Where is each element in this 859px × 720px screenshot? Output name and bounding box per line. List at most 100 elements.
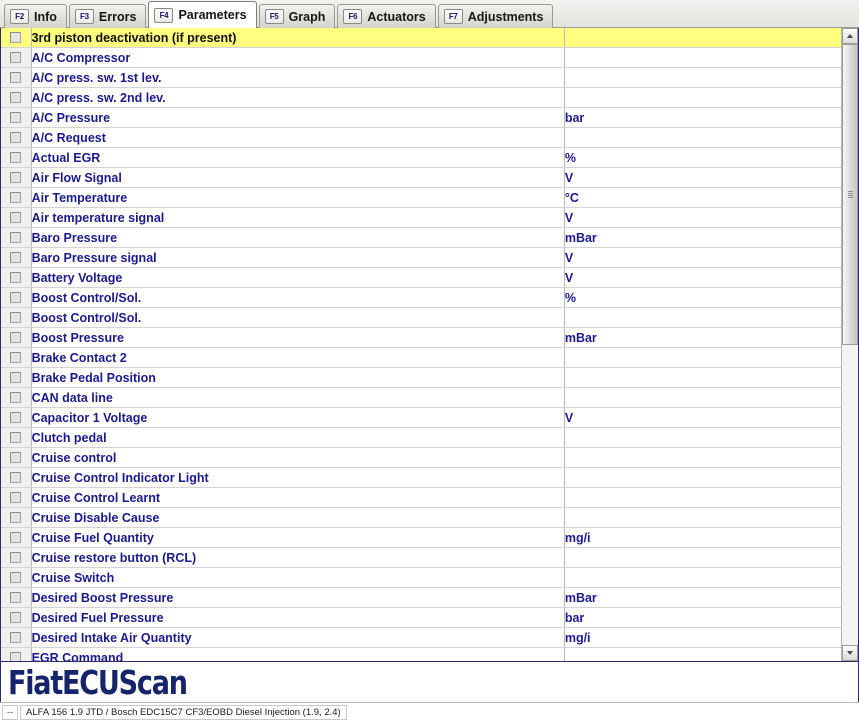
- checkbox-icon[interactable]: [10, 651, 22, 661]
- checkbox-icon[interactable]: [10, 571, 22, 583]
- parameter-checkbox-cell[interactable]: [1, 487, 32, 508]
- table-row[interactable]: Clutch pedal: [1, 427, 841, 448]
- table-row[interactable]: A/C Pressure bar: [1, 107, 841, 128]
- table-row[interactable]: Cruise Control Indicator Light: [1, 467, 841, 488]
- parameter-checkbox-cell[interactable]: [1, 187, 32, 208]
- parameters-scroll-viewport[interactable]: 3rd piston deactivation (if present) A/C …: [1, 28, 841, 661]
- checkbox-icon[interactable]: [10, 331, 22, 343]
- checkbox-icon[interactable]: [10, 411, 22, 423]
- parameter-checkbox-cell[interactable]: [1, 587, 32, 608]
- table-row[interactable]: Baro Pressure mBar: [1, 227, 841, 248]
- checkbox-icon[interactable]: [10, 231, 22, 243]
- table-row[interactable]: Cruise Disable Cause: [1, 507, 841, 528]
- table-row[interactable]: Boost Pressure mBar: [1, 327, 841, 348]
- vertical-scrollbar[interactable]: [841, 28, 858, 661]
- parameter-checkbox-cell[interactable]: [1, 507, 32, 528]
- parameter-checkbox-cell[interactable]: [1, 607, 32, 628]
- table-row[interactable]: Capacitor 1 Voltage V: [1, 407, 841, 428]
- parameter-checkbox-cell[interactable]: [1, 28, 32, 48]
- table-row[interactable]: A/C Compressor: [1, 47, 841, 68]
- checkbox-icon[interactable]: [10, 191, 22, 203]
- table-row[interactable]: Desired Fuel Pressure bar: [1, 607, 841, 628]
- table-row[interactable]: Brake Pedal Position: [1, 367, 841, 388]
- table-row[interactable]: 3rd piston deactivation (if present): [1, 28, 841, 48]
- table-row[interactable]: A/C press. sw. 1st lev.: [1, 67, 841, 88]
- table-row[interactable]: Air temperature signal V: [1, 207, 841, 228]
- tab-graph[interactable]: F5 Graph: [258, 4, 336, 28]
- table-row[interactable]: CAN data line: [1, 387, 841, 408]
- checkbox-icon[interactable]: [10, 391, 22, 403]
- checkbox-icon[interactable]: [10, 151, 22, 163]
- parameter-checkbox-cell[interactable]: [1, 67, 32, 88]
- table-row[interactable]: Air Flow Signal V: [1, 167, 841, 188]
- checkbox-icon[interactable]: [10, 451, 22, 463]
- parameter-checkbox-cell[interactable]: [1, 47, 32, 68]
- table-row[interactable]: Cruise control: [1, 447, 841, 468]
- parameter-checkbox-cell[interactable]: [1, 247, 32, 268]
- checkbox-icon[interactable]: [10, 511, 22, 523]
- checkbox-icon[interactable]: [10, 351, 22, 363]
- parameter-checkbox-cell[interactable]: [1, 527, 32, 548]
- checkbox-icon[interactable]: [10, 211, 22, 223]
- parameter-checkbox-cell[interactable]: [1, 227, 32, 248]
- tab-adjustments[interactable]: F7 Adjustments: [437, 4, 554, 28]
- table-row[interactable]: Actual EGR%: [1, 147, 841, 168]
- table-row[interactable]: Baro Pressure signal V: [1, 247, 841, 268]
- parameter-checkbox-cell[interactable]: [1, 107, 32, 128]
- checkbox-icon[interactable]: [10, 131, 22, 143]
- table-row[interactable]: Boost Control/Sol.: [1, 307, 841, 328]
- table-row[interactable]: Battery Voltage V: [1, 267, 841, 288]
- checkbox-icon[interactable]: [10, 251, 22, 263]
- parameter-checkbox-cell[interactable]: [1, 347, 32, 368]
- parameter-checkbox-cell[interactable]: [1, 287, 32, 308]
- checkbox-icon[interactable]: [10, 551, 22, 563]
- checkbox-icon[interactable]: [10, 91, 22, 103]
- tab-errors[interactable]: F3 Errors: [68, 4, 147, 28]
- parameter-checkbox-cell[interactable]: [1, 647, 32, 661]
- scrollbar-track[interactable]: [842, 44, 858, 645]
- table-row[interactable]: Cruise Fuel Quantity mg/i: [1, 527, 841, 548]
- checkbox-icon[interactable]: [10, 271, 22, 283]
- parameter-checkbox-cell[interactable]: [1, 447, 32, 468]
- parameter-checkbox-cell[interactable]: [1, 387, 32, 408]
- checkbox-icon[interactable]: [10, 31, 22, 43]
- scrollbar-thumb[interactable]: [842, 44, 858, 345]
- table-row[interactable]: Brake Contact 2: [1, 347, 841, 368]
- parameter-checkbox-cell[interactable]: [1, 427, 32, 448]
- parameter-checkbox-cell[interactable]: [1, 87, 32, 108]
- parameter-checkbox-cell[interactable]: [1, 267, 32, 288]
- checkbox-icon[interactable]: [10, 611, 22, 623]
- tab-info[interactable]: F2 Info: [4, 4, 67, 28]
- checkbox-icon[interactable]: [10, 291, 22, 303]
- parameter-checkbox-cell[interactable]: [1, 547, 32, 568]
- table-row[interactable]: Cruise Control Learnt: [1, 487, 841, 508]
- scroll-up-button[interactable]: [842, 28, 858, 44]
- parameter-checkbox-cell[interactable]: [1, 467, 32, 488]
- checkbox-icon[interactable]: [10, 531, 22, 543]
- table-row[interactable]: Cruise Switch: [1, 567, 841, 588]
- parameter-checkbox-cell[interactable]: [1, 407, 32, 428]
- parameter-checkbox-cell[interactable]: [1, 567, 32, 588]
- table-row[interactable]: A/C press. sw. 2nd lev.: [1, 87, 841, 108]
- checkbox-icon[interactable]: [10, 71, 22, 83]
- checkbox-icon[interactable]: [10, 51, 22, 63]
- table-row[interactable]: Cruise restore button (RCL): [1, 547, 841, 568]
- parameter-checkbox-cell[interactable]: [1, 207, 32, 228]
- checkbox-icon[interactable]: [10, 111, 22, 123]
- checkbox-icon[interactable]: [10, 591, 22, 603]
- tab-parameters[interactable]: F4 Parameters: [148, 1, 257, 28]
- table-row[interactable]: EGR Command: [1, 647, 841, 661]
- table-row[interactable]: Boost Control/Sol.%: [1, 287, 841, 308]
- checkbox-icon[interactable]: [10, 171, 22, 183]
- table-row[interactable]: Air Temperature °C: [1, 187, 841, 208]
- checkbox-icon[interactable]: [10, 491, 22, 503]
- parameter-checkbox-cell[interactable]: [1, 127, 32, 148]
- tab-actuators[interactable]: F6 Actuators: [337, 4, 436, 28]
- checkbox-icon[interactable]: [10, 631, 22, 643]
- parameter-checkbox-cell[interactable]: [1, 367, 32, 388]
- table-row[interactable]: Desired Boost Pressure mBar: [1, 587, 841, 608]
- table-row[interactable]: Desired Intake Air Quantity mg/i: [1, 627, 841, 648]
- parameter-checkbox-cell[interactable]: [1, 307, 32, 328]
- checkbox-icon[interactable]: [10, 431, 22, 443]
- scroll-down-button[interactable]: [842, 645, 858, 661]
